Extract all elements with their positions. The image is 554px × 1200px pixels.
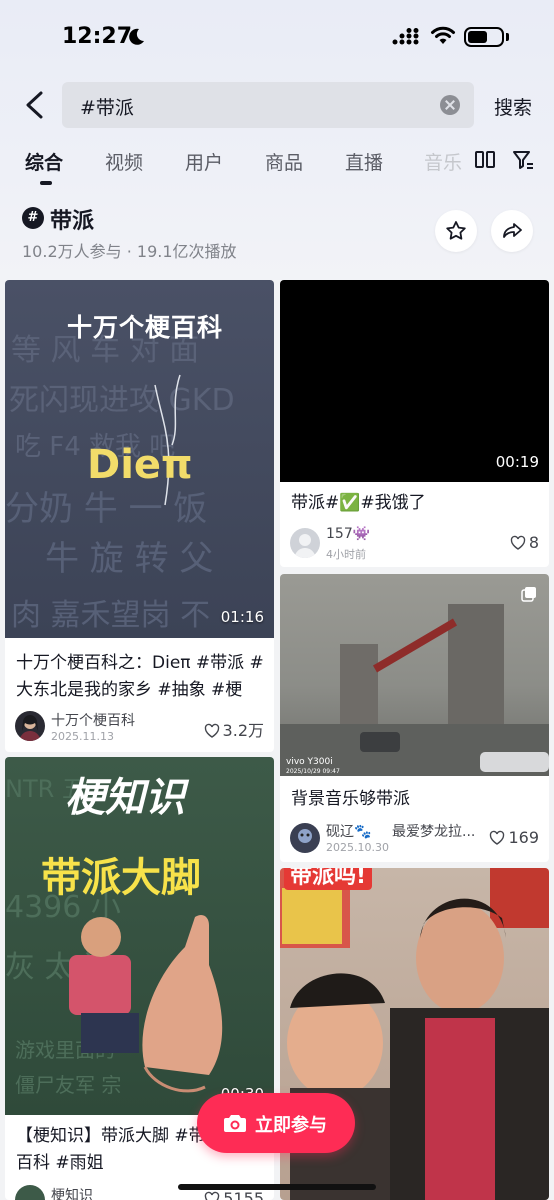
svg-text:牛 旋 转 父: 牛 旋 转 父	[45, 539, 213, 579]
avatar[interactable]	[15, 711, 45, 741]
thumbnail-headline: Dieπ	[87, 442, 193, 488]
video-duration: 00:19	[495, 453, 539, 471]
post-date: 2025.11.13	[51, 730, 114, 743]
avatar-image	[19, 715, 41, 741]
video-thumbnail: 00:19	[280, 280, 549, 482]
like-count-value: 8	[528, 533, 539, 552]
camera-watermark: vivo Y300i	[286, 757, 333, 767]
join-button[interactable]: 立即参与	[197, 1093, 355, 1153]
favorite-button[interactable]	[435, 210, 477, 252]
thumbnail-headline: 带派大脚	[41, 855, 201, 901]
heart-icon	[510, 535, 526, 550]
share-button[interactable]	[491, 210, 533, 252]
video-thumbnail: NTR 五 4396 小 灰 太 狼 游戏里面的 僵尸友军 宗 梗知识 带派大脚…	[5, 757, 274, 1115]
video-title: 背景音乐够带派	[291, 789, 410, 809]
like-count-value: 169	[508, 828, 539, 847]
avatar[interactable]	[290, 528, 320, 558]
gate-photo: vivo Y300i 2025/10/29 09:47	[280, 604, 549, 776]
like-count-value: 5155	[223, 1189, 264, 1200]
like-count-value: 3.2万	[222, 721, 264, 740]
video-title: 十万个梗百科之：Dieπ #带派 #大东北是我的家乡 #抽象 #梗	[16, 653, 264, 700]
topic-title: 带派	[50, 209, 95, 234]
author-name[interactable]: 157👾	[326, 526, 370, 542]
tab-users[interactable]: 用户	[185, 148, 223, 175]
filter-icon[interactable]	[512, 149, 534, 171]
video-card[interactable]: 等 风 车 对 面 死闪现进攻 GKD 吃 F4 救我 吧 分奶 牛 一 饭 牛…	[5, 280, 274, 752]
svg-text:死闪现进攻 GKD: 死闪现进攻 GKD	[9, 383, 235, 418]
camera-timestamp: 2025/10/29 09:47	[286, 768, 340, 775]
video-thumbnail: vivo Y300i 2025/10/29 09:47	[280, 574, 549, 776]
svg-text:僵尸友军 宗: 僵尸友军 宗	[15, 1073, 121, 1097]
tab-live[interactable]: 直播	[345, 148, 383, 175]
clear-icon[interactable]	[440, 95, 460, 115]
heart-icon	[204, 723, 219, 738]
tab-comprehensive[interactable]: 综合	[25, 148, 63, 175]
status-bar: 12:27	[0, 0, 554, 76]
search-query: #带派	[80, 97, 134, 119]
video-duration: 01:16	[220, 608, 264, 626]
thumbnail-series-title: 十万个梗百科	[67, 313, 224, 342]
like-count[interactable]: 5155	[204, 1189, 264, 1200]
author-name[interactable]: 十万个梗百科	[51, 710, 135, 730]
star-icon	[446, 221, 466, 240]
tab-bar: 综合 视频 用户 商品 直播 音乐	[0, 145, 554, 189]
battery-icon	[464, 27, 504, 47]
author-name[interactable]: 砚辽🐾	[326, 821, 371, 841]
tab-products[interactable]: 商品	[265, 148, 303, 175]
author-name[interactable]: 梗知识	[51, 1185, 93, 1200]
hashtag-icon: #	[22, 207, 44, 229]
battery-tip	[506, 33, 509, 41]
avatar-image	[294, 534, 316, 558]
heart-icon	[490, 830, 505, 845]
camera-icon	[224, 1115, 246, 1132]
moon-icon	[129, 28, 144, 45]
post-date: 2025.10.30	[326, 841, 389, 854]
avatar[interactable]	[15, 1185, 45, 1200]
like-count[interactable]: 3.2万	[204, 717, 264, 741]
thumbnail-series-title: 梗知识	[65, 775, 185, 821]
search-input[interactable]: #带派	[62, 82, 474, 128]
like-count[interactable]: 8	[510, 533, 539, 552]
back-arrow-icon[interactable]	[22, 90, 48, 120]
cellular-signal-icon	[392, 28, 419, 45]
like-count[interactable]: 169	[489, 828, 539, 847]
video-card[interactable]: vivo Y300i 2025/10/29 09:47 背景音乐够带派 砚辽🐾 …	[280, 574, 549, 862]
tab-music[interactable]: 音乐	[424, 148, 462, 175]
status-time: 12:27	[62, 24, 133, 49]
layout-toggle-icon[interactable]	[474, 149, 496, 171]
avatar-image	[298, 829, 312, 843]
heart-icon	[205, 1191, 220, 1200]
avatar[interactable]	[290, 823, 320, 853]
author-caption: 最爱梦龙拉...	[392, 824, 476, 840]
post-date: 4小时前	[326, 548, 366, 561]
join-button-label: 立即参与	[255, 1115, 327, 1136]
topic-stats: 10.2万人参与 · 19.1亿次播放	[22, 242, 237, 261]
search-button[interactable]: 搜索	[494, 93, 532, 120]
thumbnail-banner: 带派吗!	[284, 868, 373, 890]
active-tab-indicator	[40, 181, 52, 185]
home-indicator	[178, 1184, 376, 1190]
video-title: 带派#✅#我饿了	[291, 493, 426, 513]
share-icon	[503, 223, 522, 238]
video-card[interactable]: 00:19 带派#✅#我饿了 157👾 4小时前 8	[280, 280, 549, 567]
multi-image-icon	[521, 587, 536, 602]
svg-text:肉 嘉禾望岗 不: 肉 嘉禾望岗 不	[11, 598, 210, 633]
svg-text:分奶 牛 一 饭: 分奶 牛 一 饭	[5, 489, 207, 529]
tab-videos[interactable]: 视频	[105, 148, 143, 175]
wifi-icon	[431, 26, 455, 44]
video-thumbnail: 等 风 车 对 面 死闪现进攻 GKD 吃 F4 救我 吧 分奶 牛 一 饭 牛…	[5, 280, 274, 638]
